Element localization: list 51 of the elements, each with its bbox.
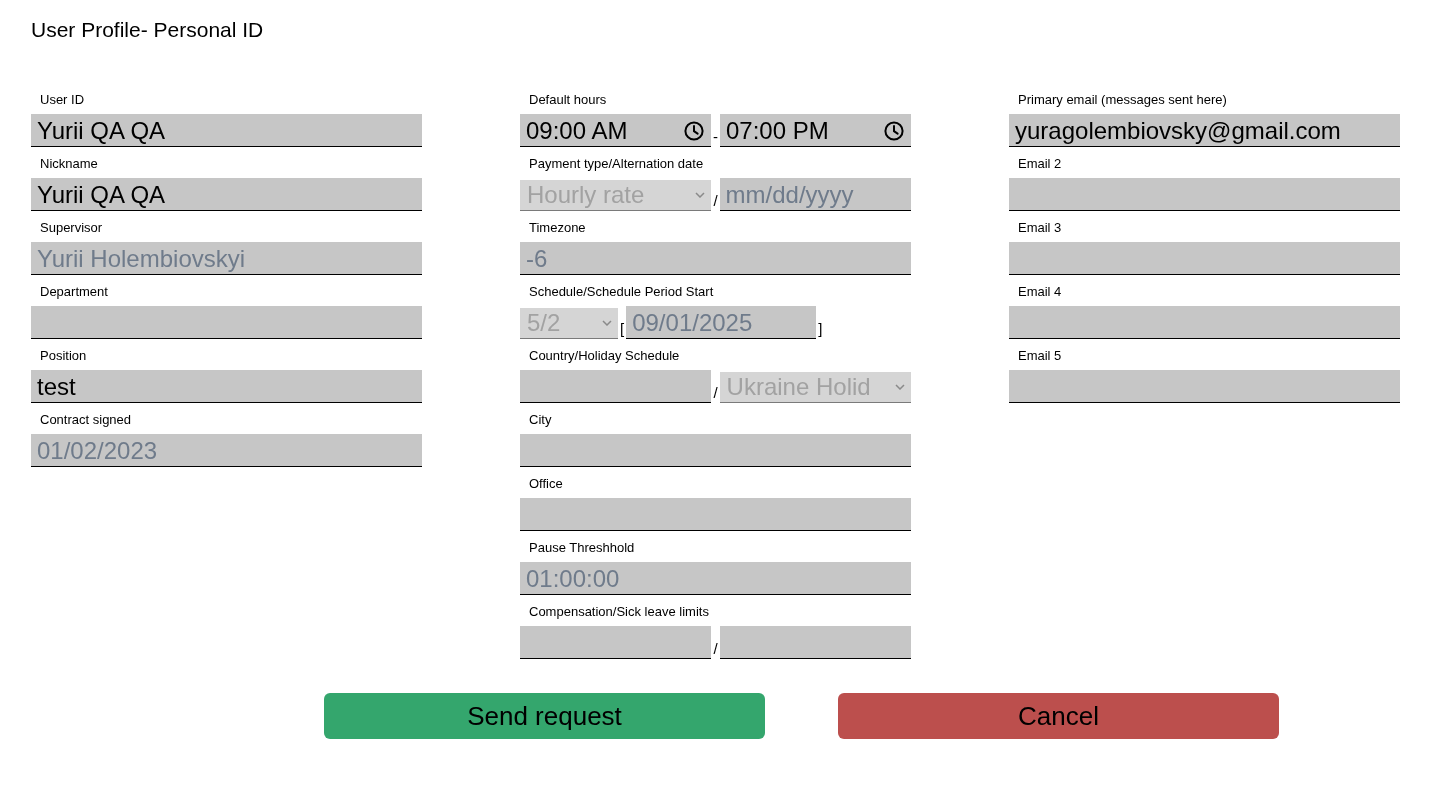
text-field[interactable]: yuragolembiovsky@gmail.com bbox=[1009, 114, 1400, 147]
separator-text: ] bbox=[817, 321, 824, 336]
field-label: Position bbox=[40, 347, 87, 366]
chevron-down-icon bbox=[602, 320, 612, 326]
field-label: City bbox=[529, 411, 552, 430]
page-title: User Profile- Personal ID bbox=[31, 18, 264, 40]
chevron-down-icon bbox=[695, 192, 706, 198]
text-field[interactable] bbox=[1009, 242, 1400, 275]
separator-text: [ bbox=[619, 321, 626, 336]
text-field[interactable] bbox=[520, 626, 712, 659]
date-field[interactable]: mm/dd/yyyy bbox=[719, 178, 911, 211]
text-field[interactable]: Yurii QA QA bbox=[31, 178, 422, 211]
chevron-down-icon bbox=[895, 384, 905, 390]
field-label: Payment type/Alternation date bbox=[529, 155, 704, 174]
text-field[interactable] bbox=[31, 306, 422, 339]
text-field[interactable] bbox=[520, 370, 712, 403]
separator-text: - bbox=[712, 129, 719, 144]
text-field[interactable] bbox=[719, 626, 911, 659]
separator-text: / bbox=[712, 385, 719, 400]
separator-text: / bbox=[712, 641, 719, 656]
field-label: Primary email (messages sent here) bbox=[1018, 91, 1227, 110]
field-label: Nickname bbox=[40, 155, 98, 174]
field-label: Contract signed bbox=[40, 411, 132, 430]
text-field[interactable] bbox=[520, 434, 911, 467]
text-field[interactable] bbox=[1009, 370, 1400, 403]
field-label: Supervisor bbox=[40, 219, 103, 238]
clock-icon[interactable] bbox=[684, 121, 704, 141]
separator-text: / bbox=[712, 193, 719, 208]
field-label: Email 4 bbox=[1018, 283, 1062, 302]
text-field[interactable] bbox=[1009, 178, 1400, 211]
field-label: Office bbox=[529, 475, 563, 494]
field-label: Pause Threshhold bbox=[529, 539, 635, 558]
field-label: Country/Holiday Schedule bbox=[529, 347, 680, 366]
text-field[interactable] bbox=[1009, 306, 1400, 339]
field-label: Default hours bbox=[529, 91, 607, 110]
cancel-button[interactable]: Cancel bbox=[838, 693, 1279, 739]
field-label: Email 3 bbox=[1018, 219, 1062, 238]
text-field[interactable]: test bbox=[31, 370, 422, 403]
clock-icon[interactable] bbox=[884, 121, 904, 141]
field-label: User ID bbox=[40, 91, 85, 110]
time-field[interactable]: 09:00 AM bbox=[520, 114, 711, 147]
field-label: Department bbox=[40, 283, 108, 302]
text-field[interactable] bbox=[520, 498, 911, 531]
field-label: Schedule/Schedule Period Start bbox=[529, 283, 714, 302]
field-label: Compensation/Sick leave limits bbox=[529, 603, 709, 622]
field-label: Timezone bbox=[529, 219, 586, 238]
field-label: Email 2 bbox=[1018, 155, 1062, 174]
text-field[interactable]: Yurii QA QA bbox=[31, 114, 422, 147]
send-request-button[interactable]: Send request bbox=[324, 693, 765, 739]
field-label: Email 5 bbox=[1018, 347, 1062, 366]
time-field[interactable]: 07:00 PM bbox=[720, 114, 911, 147]
